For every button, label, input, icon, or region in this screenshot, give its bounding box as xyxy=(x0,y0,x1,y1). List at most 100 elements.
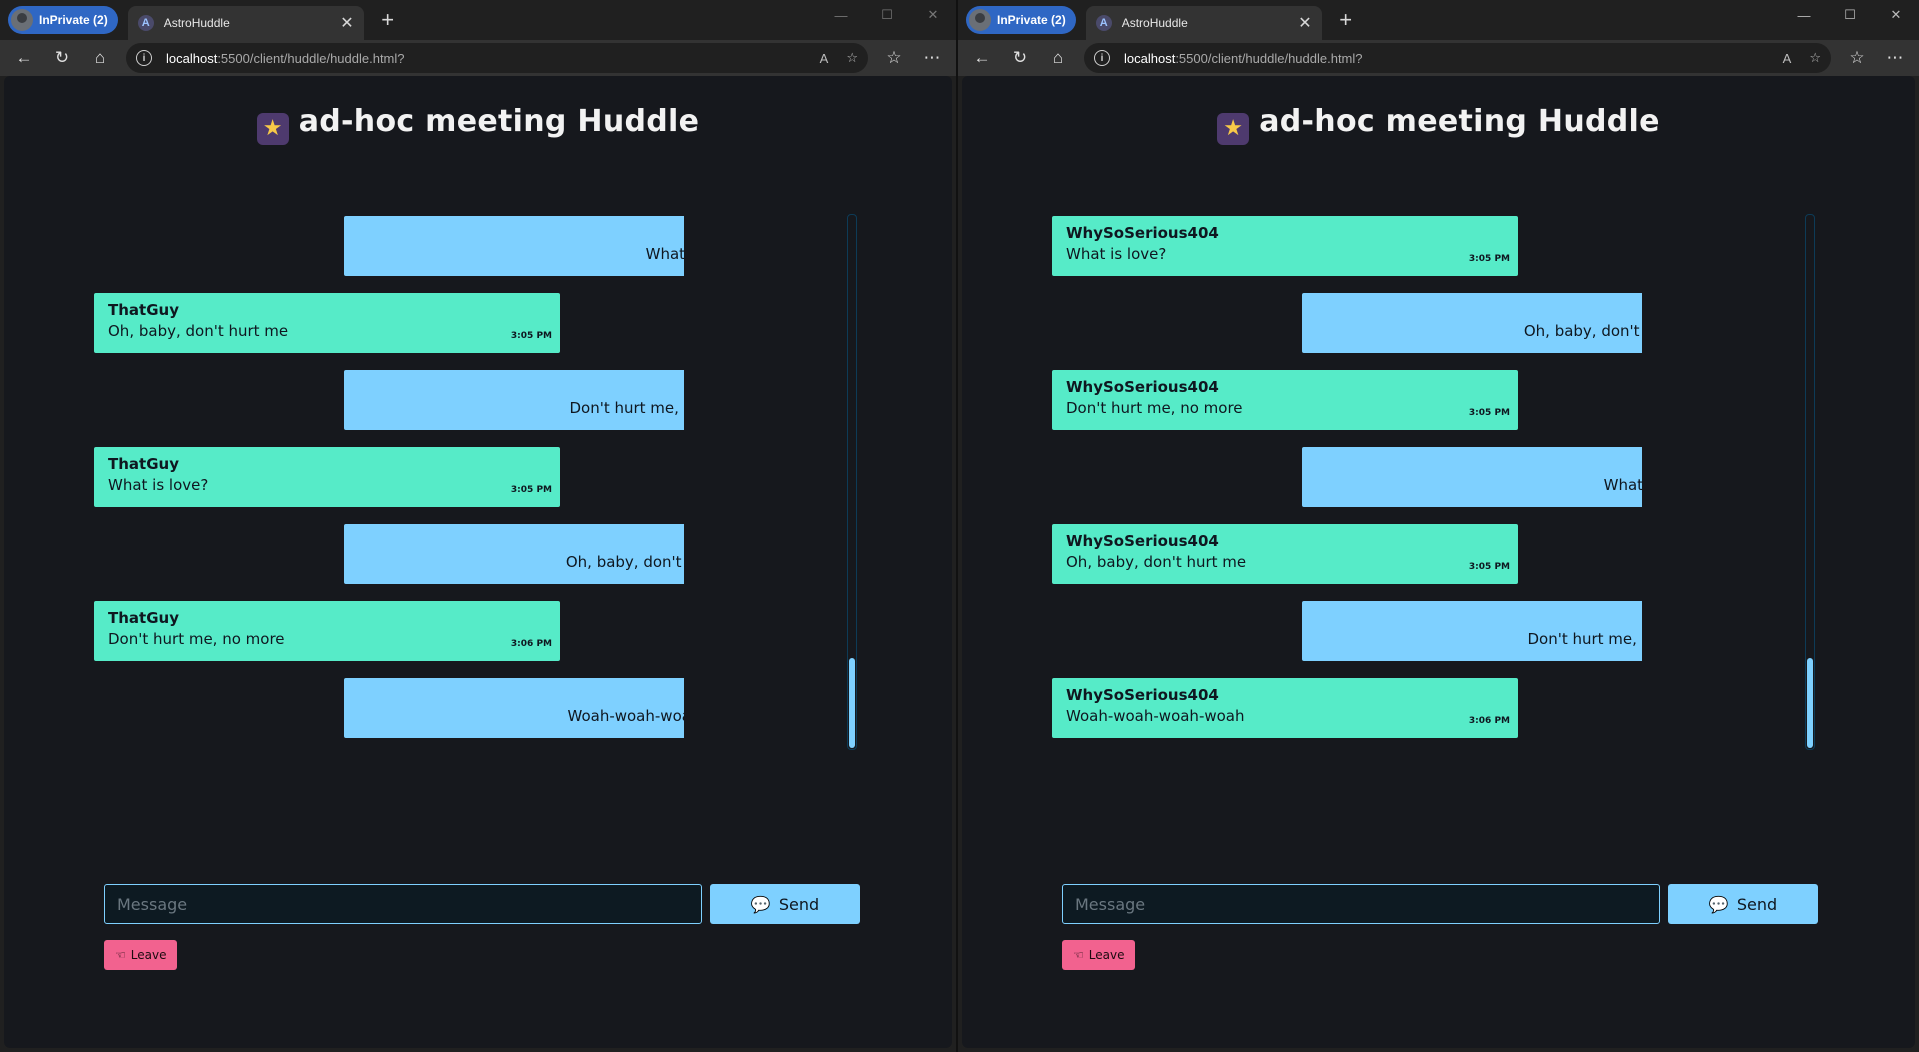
chat-scrollbar[interactable] xyxy=(1805,214,1815,750)
profile-avatar-icon xyxy=(11,9,33,31)
tab-astrohuddle[interactable]: A AstroHuddle ✕ xyxy=(127,6,364,40)
message-bubble: YouWhat is love?3:05 PM xyxy=(1302,447,1642,507)
more-options-icon[interactable]: ⋯ xyxy=(916,43,948,73)
chat-messages[interactable]: WhySoSerious404 What is love? 3:05 PM You Oh… xyxy=(1052,216,1642,746)
message-sender: You xyxy=(358,686,684,704)
leave-label: Leave xyxy=(130,948,167,962)
message-text: Don't hurt me, no more xyxy=(1527,630,1642,648)
favorite-star-icon[interactable]: ☆ xyxy=(1809,50,1821,66)
message-bubble: ThatGuy Oh, baby, don't hurt me 3:05 PM xyxy=(94,293,560,353)
site-info-icon[interactable]: i xyxy=(1094,50,1110,66)
message-timestamp: 3:05 PM xyxy=(510,331,552,341)
message-text: Woah-woah-woah-woah xyxy=(1066,707,1245,725)
message-timestamp: 3:06 PM xyxy=(510,639,552,649)
tab-astrohuddle[interactable]: A AstroHuddle ✕ xyxy=(1085,6,1322,40)
message-input[interactable] xyxy=(104,884,702,924)
read-aloud-icon[interactable]: A xyxy=(820,51,829,66)
browser-toolbar: ← ↻ ⌂ i localhost :5500/client/huddle/hu… xyxy=(958,40,1919,76)
new-tab-icon[interactable]: + xyxy=(1332,6,1360,34)
message-bubble: YouDon't hurt me, no more3:05 PM xyxy=(344,370,684,430)
refresh-icon[interactable]: ↻ xyxy=(46,43,78,73)
browser-window-left: InPrivate (2) A AstroHuddle ✕ + — ☐ ✕ ← … xyxy=(0,0,958,1052)
message-bubble: YouDon't hurt me, no more3:06 PM xyxy=(1302,601,1642,661)
page-title-text: ad-hoc meeting Huddle xyxy=(1259,104,1660,139)
chat-scrollbar[interactable] xyxy=(847,214,857,750)
astrohuddle-favicon-icon: A xyxy=(1095,15,1112,31)
message-sender: WhySoSerious404 xyxy=(1066,378,1219,396)
message-bubble: YouWhat is love?3:05 PM xyxy=(344,216,684,276)
close-window-icon[interactable]: ✕ xyxy=(910,0,956,30)
message-text: Oh, baby, don't hurt me xyxy=(108,322,289,340)
message-sender: You xyxy=(358,378,684,396)
message-timestamp: 3:06 PM xyxy=(1468,716,1510,726)
scrollbar-thumb[interactable] xyxy=(849,658,855,748)
maximize-icon[interactable]: ☐ xyxy=(1827,0,1873,30)
message-text: Don't hurt me, no more xyxy=(1066,399,1243,417)
chat-bubble-icon: 💬 xyxy=(1708,894,1729,914)
send-button[interactable]: 💬 Send xyxy=(710,884,860,924)
close-window-icon[interactable]: ✕ xyxy=(1873,0,1919,30)
refresh-icon[interactable]: ↻ xyxy=(1004,43,1036,73)
tab-title: AstroHuddle xyxy=(1121,16,1188,30)
message-bubble: WhySoSerious404 Don't hurt me, no more 3:0… xyxy=(1052,370,1518,430)
message-text: Don't hurt me, no more xyxy=(108,630,285,648)
favorite-star-icon[interactable]: ☆ xyxy=(846,50,858,66)
back-arrow-icon[interactable]: ← xyxy=(966,43,998,73)
chat-messages[interactable]: You What is love? 3:05 PM ThatGuy Oh, baby, … xyxy=(94,216,684,746)
read-aloud-icon[interactable]: A xyxy=(1783,51,1792,66)
leave-button[interactable]: ☜ Leave xyxy=(1062,940,1136,970)
message-sender: ThatGuy xyxy=(108,301,179,319)
message-input[interactable] xyxy=(1062,884,1660,924)
astrohuddle-logo-icon: ★ xyxy=(256,113,289,145)
message-sender: WhySoSerious404 xyxy=(1066,224,1219,242)
profile-avatar-icon xyxy=(969,9,991,31)
new-tab-icon[interactable]: + xyxy=(374,6,402,34)
message-bubble: WhySoSerious404 What is love? 3:05 PM xyxy=(1052,216,1518,276)
site-info-icon[interactable]: i xyxy=(136,50,152,66)
scrollbar-thumb[interactable] xyxy=(1807,658,1813,748)
back-arrow-icon[interactable]: ← xyxy=(8,43,40,73)
minimize-icon[interactable]: — xyxy=(818,0,864,30)
inprivate-badge[interactable]: InPrivate (2) xyxy=(966,6,1076,34)
url-path: :5500/client/huddle/huddle.html? xyxy=(217,50,405,66)
message-sender: ThatGuy xyxy=(108,455,179,473)
leave-button[interactable]: ☜ Leave xyxy=(104,940,178,970)
astrohuddle-favicon-icon: A xyxy=(137,15,154,31)
inprivate-label: InPrivate (2) xyxy=(997,13,1066,27)
message-timestamp: 3:05 PM xyxy=(1468,254,1510,264)
address-bar[interactable]: i localhost :5500/client/huddle/huddle.h… xyxy=(126,43,868,73)
home-icon[interactable]: ⌂ xyxy=(1042,43,1074,73)
message-sender: You xyxy=(1316,609,1642,627)
tab-close-icon[interactable]: ✕ xyxy=(340,13,353,33)
tab-strip: InPrivate (2) A AstroHuddle ✕ + — ☐ ✕ xyxy=(0,0,956,40)
message-bubble: YouWoah-woah-woah-woah3:06 PM xyxy=(344,678,684,738)
huddle-page: ★ ad-hoc meeting Huddle WhySoSerious404 Wh… xyxy=(962,76,1915,1048)
message-timestamp: 3:05 PM xyxy=(1468,408,1510,418)
send-button[interactable]: 💬 Send xyxy=(1668,884,1818,924)
home-icon[interactable]: ⌂ xyxy=(84,43,116,73)
leave-label: Leave xyxy=(1088,948,1125,962)
inprivate-label: InPrivate (2) xyxy=(39,13,108,27)
maximize-icon[interactable]: ☐ xyxy=(864,0,910,30)
message-sender: You xyxy=(1316,301,1642,319)
favorites-icon[interactable]: ☆ xyxy=(1841,43,1873,73)
inprivate-badge[interactable]: InPrivate (2) xyxy=(8,6,118,34)
tab-strip: InPrivate (2) A AstroHuddle ✕ + — ☐ ✕ xyxy=(958,0,1919,40)
message-text: What is love? xyxy=(1603,476,1642,494)
more-options-icon[interactable]: ⋯ xyxy=(1879,43,1911,73)
minimize-icon[interactable]: — xyxy=(1781,0,1827,30)
favorites-icon[interactable]: ☆ xyxy=(878,43,910,73)
message-text: What is love? xyxy=(1066,245,1167,263)
huddle-page: ★ ad-hoc meeting Huddle You What is love? 3… xyxy=(4,76,952,1048)
message-sender: You xyxy=(358,224,684,242)
tab-close-icon[interactable]: ✕ xyxy=(1298,13,1311,33)
browser-window-right: InPrivate (2) A AstroHuddle ✕ + — ☐ ✕ ← … xyxy=(958,0,1919,1052)
window-controls: — ☐ ✕ xyxy=(818,0,956,30)
message-timestamp: 3:05 PM xyxy=(1468,562,1510,572)
page-title: ★ ad-hoc meeting Huddle xyxy=(962,104,1915,145)
address-bar[interactable]: i localhost :5500/client/huddle/huddle.h… xyxy=(1084,43,1831,73)
message-text: Oh, baby, don't hurt me xyxy=(1523,322,1642,340)
chat-bubble-icon: 💬 xyxy=(750,894,771,914)
message-text: Oh, baby, don't hurt me xyxy=(1066,553,1247,571)
message-bubble: WhySoSerious404 Oh, baby, don't hurt me 3:… xyxy=(1052,524,1518,584)
